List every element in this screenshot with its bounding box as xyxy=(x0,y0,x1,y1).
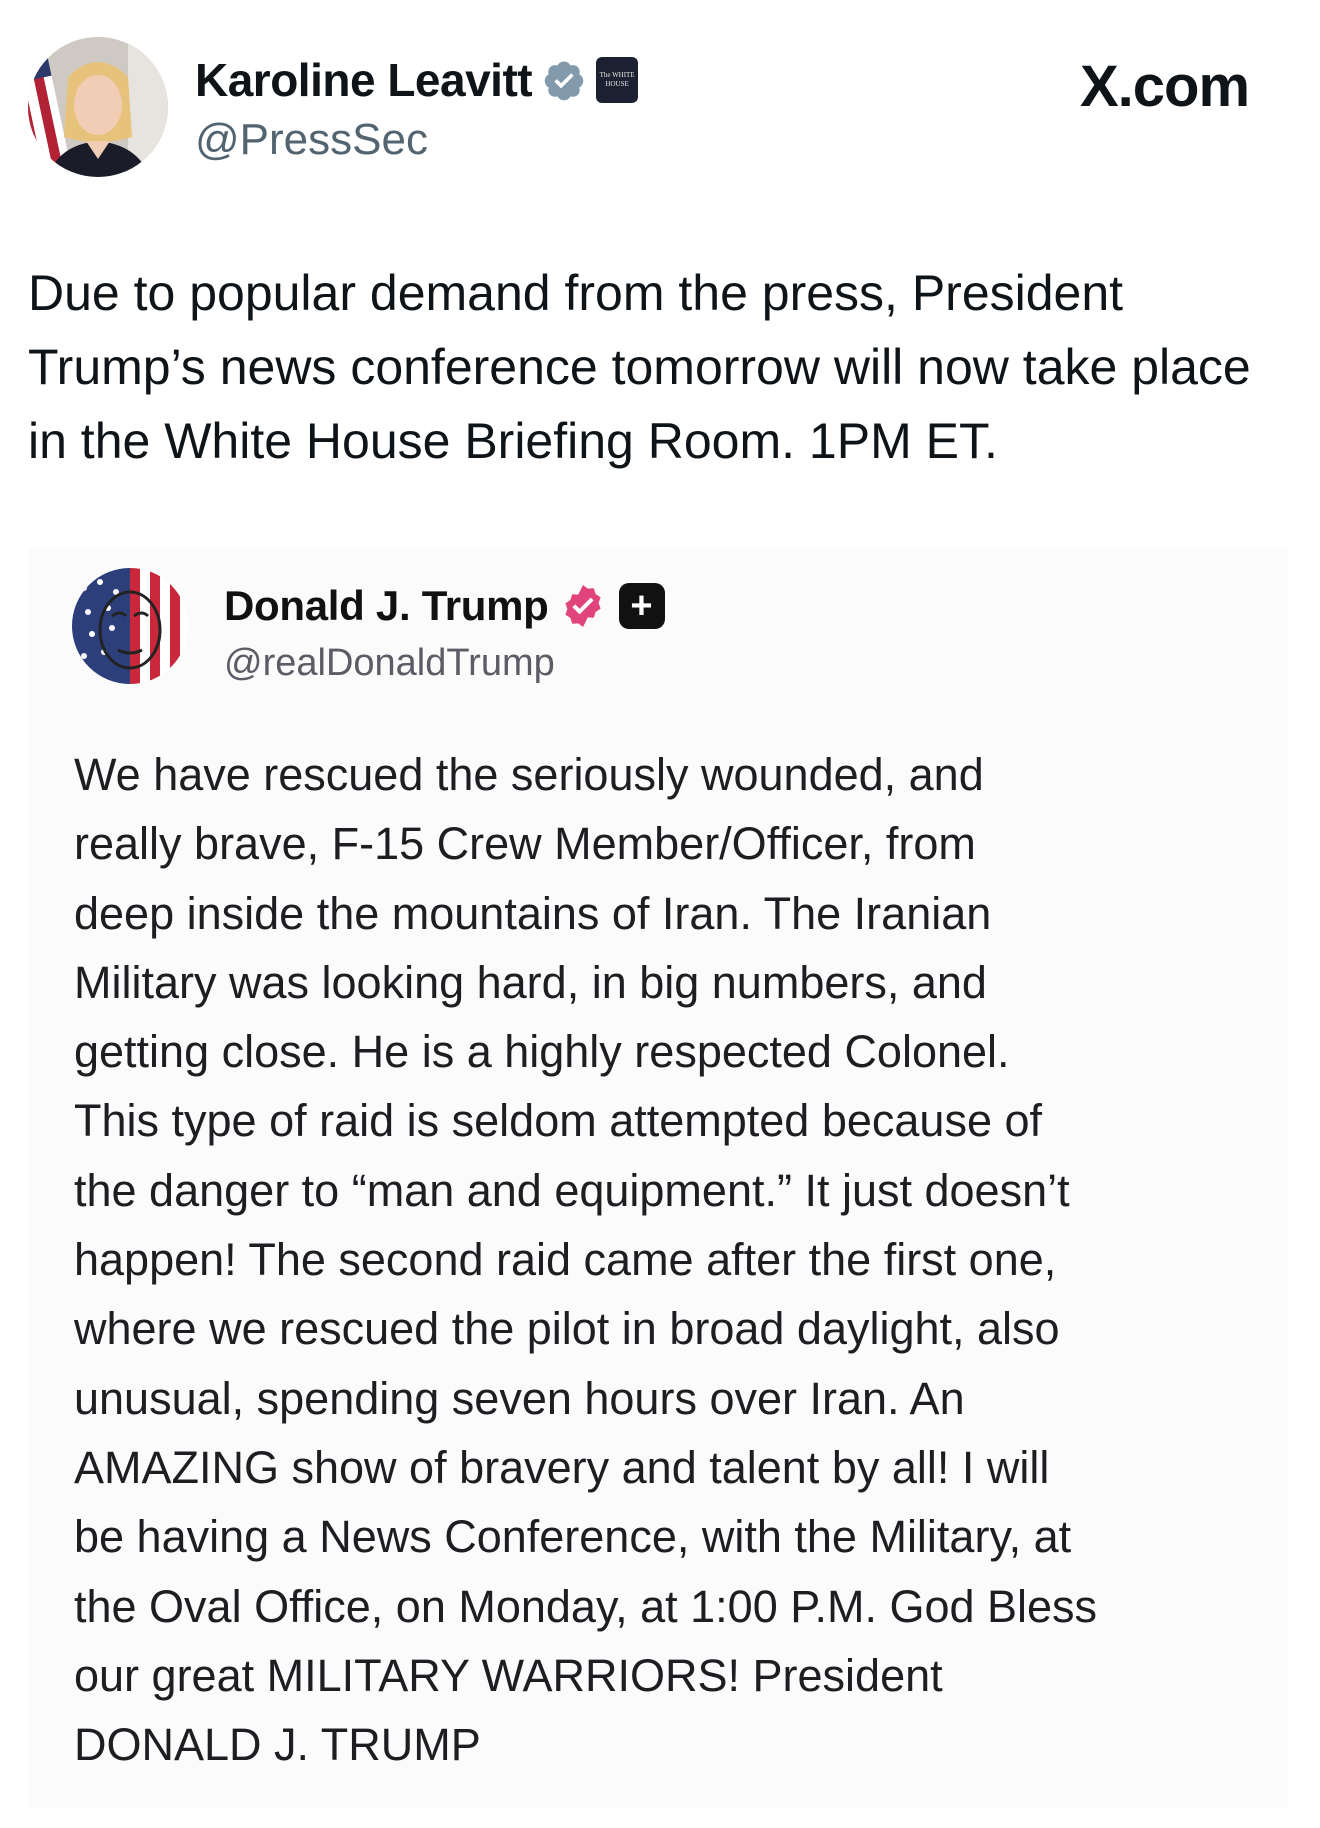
author-avatar-image xyxy=(28,37,168,177)
white-house-badge-text: The WHITE HOUSE xyxy=(599,71,635,88)
plus-badge-label: + xyxy=(630,584,653,627)
quoted-author-name[interactable]: Donald J. Trump xyxy=(224,582,549,630)
author-handle[interactable]: @PressSec xyxy=(195,115,428,165)
quoted-author-handle[interactable]: @realDonaldTrump xyxy=(224,642,555,685)
white-house-badge: The WHITE HOUSE xyxy=(596,57,639,103)
verified-check-icon xyxy=(544,61,584,101)
quoted-post[interactable]: Donald J. Trump + @realDonaldTrump We ha… xyxy=(28,548,1288,1808)
quoted-post-text: We have rescued the seriously wounded, a… xyxy=(74,749,1098,1771)
quoted-author-name-row: Donald J. Trump + xyxy=(224,576,665,636)
plus-badge: + xyxy=(618,583,665,629)
author-name-row: Karoline Leavitt The WHITE HOUSE xyxy=(195,50,639,110)
verified-badge-icon xyxy=(564,585,601,627)
quoted-author-avatar[interactable] xyxy=(72,568,188,684)
site-label: X.com xyxy=(1080,54,1250,119)
post-header: Karoline Leavitt The WHITE HOUSE @PressS… xyxy=(0,0,1320,200)
author-avatar[interactable] xyxy=(28,37,168,177)
author-name[interactable]: Karoline Leavitt xyxy=(195,53,533,107)
quoted-author-avatar-image xyxy=(72,568,188,684)
tweet-text: Due to popular demand from the press, Pr… xyxy=(28,265,1251,469)
